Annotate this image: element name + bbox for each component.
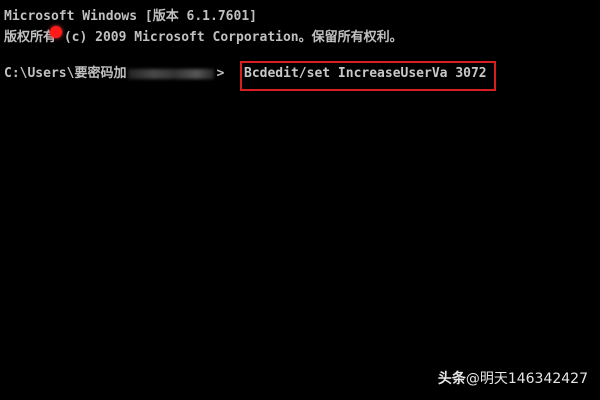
command-prompt-line[interactable]: C:\Users\要密码加 > [4,66,224,82]
prompt-symbol: > [216,66,225,81]
screenshot: Microsoft Windows [版本 6.1.7601] 版权所有 (c)… [0,0,600,400]
command-prompt-window[interactable]: Microsoft Windows [版本 6.1.7601] 版权所有 (c)… [0,0,600,400]
windows-version-line: Microsoft Windows [版本 6.1.7601] [4,9,257,24]
prompt-path: C:\Users\要密码加 [4,66,127,81]
watermark-brand: 头条 [437,371,466,387]
copyright-line: 版权所有 (c) 2009 Microsoft Corporation。保留所有… [4,30,403,45]
typed-command[interactable]: Bcdedit/set IncreaseUserVa 3072 [244,66,487,82]
watermark-handle: @明天146342427 [465,371,588,387]
mouse-pointer-dot-icon [50,26,62,38]
watermark: 头条@明天146342427 [438,368,588,388]
redacted-username-mask [128,68,215,79]
